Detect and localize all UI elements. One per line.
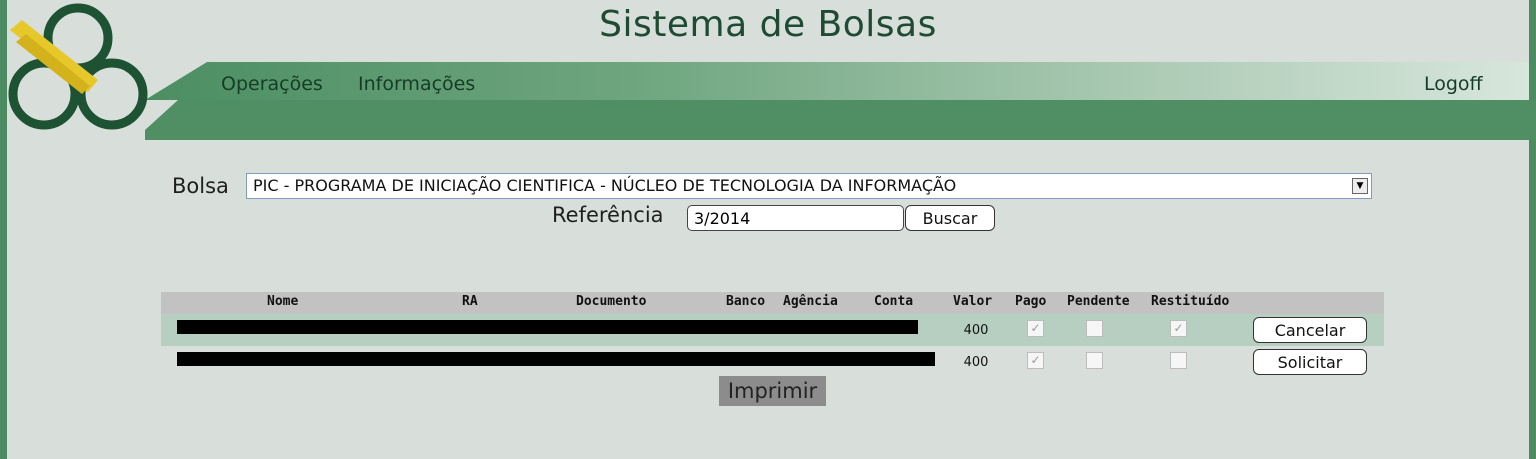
buscar-button[interactable]: Buscar	[905, 205, 995, 231]
solicitar-button[interactable]: Solicitar	[1253, 349, 1367, 375]
pago-checkbox[interactable]: ✓	[1027, 352, 1044, 369]
table-row: 400 ✓ ✓ Cancelar	[161, 314, 1384, 346]
bolsa-select[interactable]: PIC - PROGRAMA DE INICIAÇÃO CIENTIFICA -…	[246, 173, 1372, 199]
restituido-checkbox[interactable]: ✓	[1170, 320, 1187, 337]
pendente-checkbox[interactable]	[1086, 320, 1103, 337]
col-pago: Pago	[1015, 294, 1047, 309]
redacted-data	[177, 320, 918, 334]
checkmark-icon: ✓	[1030, 321, 1041, 335]
checkmark-icon: ✓	[1173, 321, 1184, 335]
table-header: Nome RA Documento Banco Agência Conta Va…	[161, 292, 1384, 314]
bolsa-selected-value: PIC - PROGRAMA DE INICIAÇÃO CIENTIFICA -…	[253, 176, 957, 195]
nav-bar	[145, 62, 1529, 100]
nav-operacoes[interactable]: Operações	[221, 73, 323, 95]
col-pendente: Pendente	[1067, 294, 1130, 309]
bolsa-label: Bolsa	[172, 174, 229, 198]
col-documento: Documento	[576, 294, 647, 309]
col-ra: RA	[462, 294, 478, 309]
table-row: 400 ✓ Solicitar	[161, 346, 1384, 378]
nav-informacoes[interactable]: Informações	[358, 73, 475, 95]
col-nome: Nome	[267, 294, 299, 309]
referencia-input[interactable]	[687, 205, 904, 231]
valor-cell: 400	[963, 355, 989, 370]
page-title: Sistema de Bolsas	[599, 4, 937, 45]
cancelar-button[interactable]: Cancelar	[1253, 317, 1367, 343]
pago-checkbox[interactable]: ✓	[1027, 320, 1044, 337]
imprimir-button[interactable]: Imprimir	[719, 376, 826, 406]
redacted-data	[177, 352, 935, 366]
header-green-band	[145, 100, 1536, 140]
pendente-checkbox[interactable]	[1086, 352, 1103, 369]
col-agencia: Agência	[783, 294, 838, 309]
dropdown-arrow-icon[interactable]: ▼	[1352, 178, 1368, 194]
referencia-label: Referência	[552, 203, 664, 227]
logoff-link[interactable]: Logoff	[1424, 73, 1483, 95]
header: Sistema de Bolsas Operações Informações …	[0, 0, 1536, 140]
col-valor: Valor	[953, 294, 993, 309]
checkmark-icon: ✓	[1030, 353, 1041, 367]
col-conta: Conta	[874, 294, 914, 309]
col-restituido: Restituído	[1151, 294, 1230, 309]
valor-cell: 400	[963, 323, 989, 338]
col-banco: Banco	[726, 294, 766, 309]
restituido-checkbox[interactable]	[1170, 352, 1187, 369]
